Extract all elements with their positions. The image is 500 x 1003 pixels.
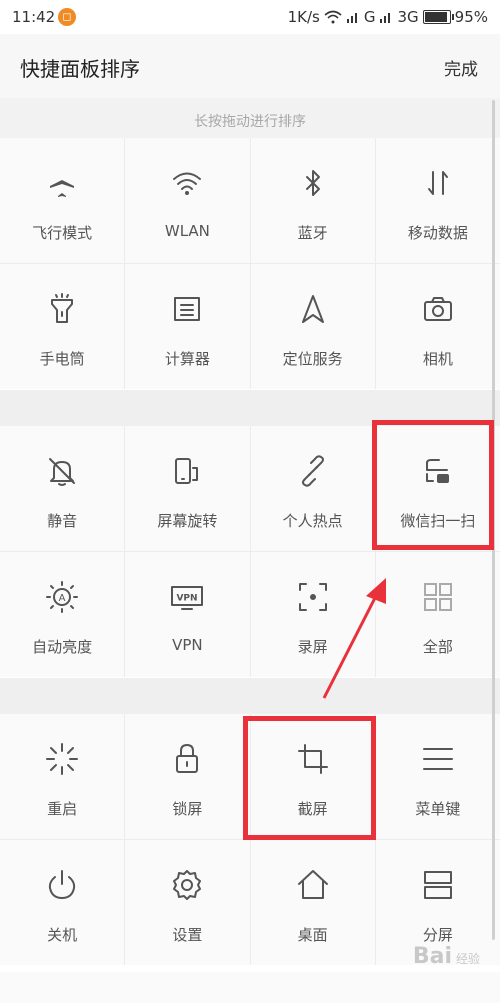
watermark: Bai 经验 [412, 944, 480, 969]
arrow-annotation [322, 578, 386, 699]
